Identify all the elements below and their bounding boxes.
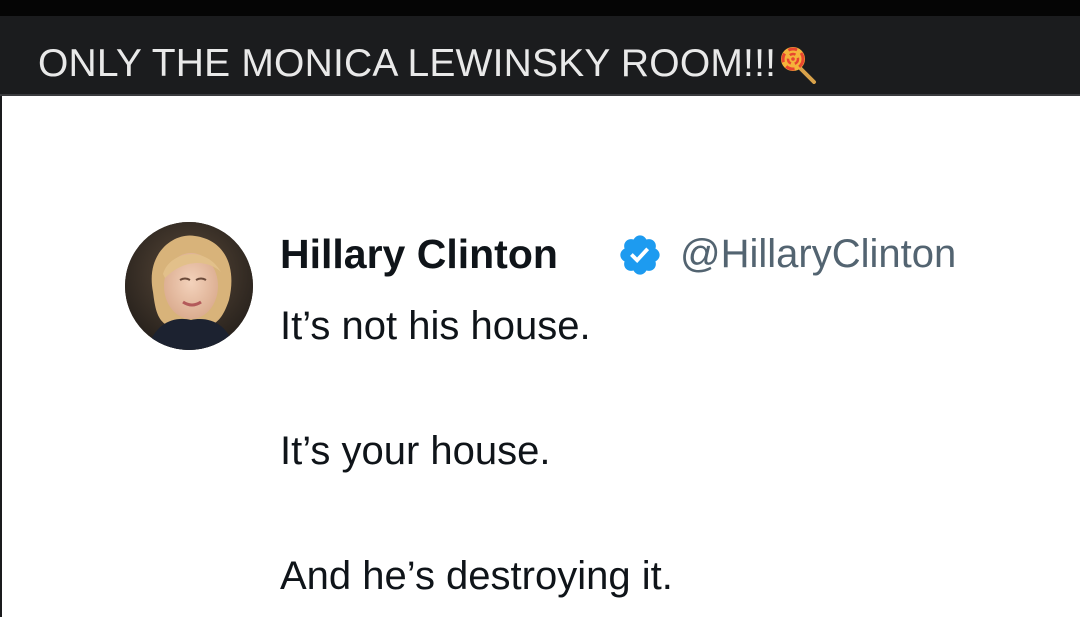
- top-strip: [0, 0, 1080, 16]
- tweet-text-line: It’s your house.: [280, 429, 551, 473]
- verified-badge-icon: [617, 232, 663, 278]
- tweet-text-line: It’s not his house.: [280, 304, 591, 348]
- tweet-text-line: And he’s destroying it.: [280, 554, 673, 598]
- caption-bar: ONLY THE MONICA LEWINSKY ROOM!!!: [0, 16, 1080, 94]
- lollipop-icon: [778, 44, 818, 84]
- author-name[interactable]: Hillary Clinton: [280, 230, 558, 278]
- caption: ONLY THE MONICA LEWINSKY ROOM!!!: [38, 44, 818, 84]
- caption-text: ONLY THE MONICA LEWINSKY ROOM!!!: [38, 42, 777, 85]
- avatar: [125, 222, 253, 350]
- tweet-screenshot: [2, 96, 1080, 617]
- author-handle[interactable]: @HillaryClinton: [680, 230, 956, 278]
